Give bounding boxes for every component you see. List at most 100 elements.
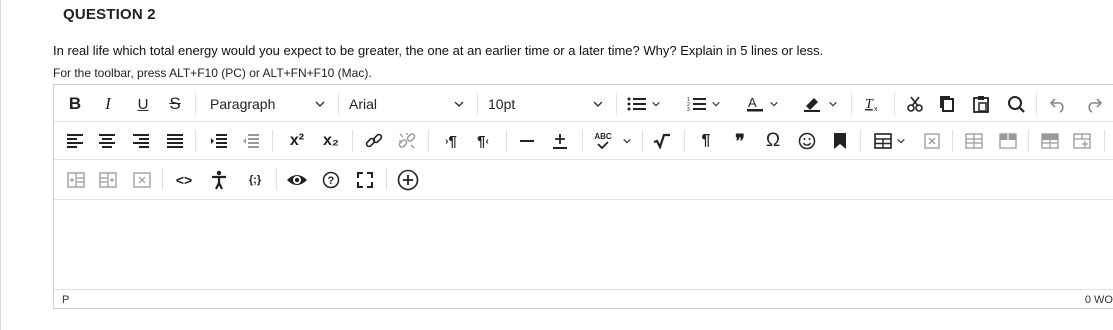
left-page-rule xyxy=(0,0,1,330)
preview-button[interactable] xyxy=(284,166,310,194)
font-family-select[interactable]: Arial xyxy=(341,90,471,118)
element-path[interactable]: P xyxy=(62,294,69,306)
ltr-direction-button[interactable]: › ¶ xyxy=(436,127,466,155)
insert-column-before-button[interactable] xyxy=(64,166,88,194)
outdent-button[interactable] xyxy=(240,127,262,155)
undo-button[interactable] xyxy=(1046,90,1070,118)
find-replace-button[interactable] xyxy=(1004,90,1028,118)
highlight-color-button[interactable] xyxy=(794,90,846,118)
clear-formatting-icon: Tx xyxy=(863,95,881,113)
toolbar-separator xyxy=(582,130,583,152)
highlighter-icon xyxy=(802,95,822,113)
table-cell-props-button[interactable] xyxy=(996,127,1020,155)
blockquote-button[interactable]: ❞ xyxy=(728,127,752,155)
mathml-button[interactable]: {;} xyxy=(240,166,270,194)
table-row-icon xyxy=(965,133,983,149)
chevron-down-icon xyxy=(828,99,838,109)
svg-text:x: x xyxy=(874,106,878,113)
toolbar-separator xyxy=(195,130,196,152)
clear-formatting-button[interactable]: Tx xyxy=(860,90,884,118)
redo-button[interactable] xyxy=(1082,90,1106,118)
question-mark-icon: ? xyxy=(322,171,340,189)
source-code-button[interactable]: <> xyxy=(170,166,198,194)
align-justify-icon xyxy=(166,133,184,149)
toolbar-separator xyxy=(195,93,196,115)
toolbar-hint: For the toolbar, press ALT+F10 (PC) or A… xyxy=(53,66,372,80)
insert-row-before-button[interactable] xyxy=(1038,127,1062,155)
insert-anchor-button[interactable] xyxy=(548,127,572,155)
align-left-button[interactable] xyxy=(64,127,86,155)
align-center-button[interactable] xyxy=(96,127,118,155)
bookmark-icon xyxy=(833,132,847,150)
toolbar-separator xyxy=(162,168,163,190)
help-button[interactable]: ? xyxy=(318,166,344,194)
font-size-select[interactable]: 10pt xyxy=(480,90,610,118)
cut-button[interactable] xyxy=(904,90,926,118)
insert-row-after-button[interactable] xyxy=(1070,127,1094,155)
toolbar-separator xyxy=(642,130,643,152)
numbered-list-icon: 123 xyxy=(687,96,707,112)
numbered-list-button[interactable]: 123 xyxy=(682,90,726,118)
fullscreen-button[interactable] xyxy=(352,166,378,194)
table-button[interactable] xyxy=(870,127,910,155)
unlink-button[interactable] xyxy=(394,127,420,155)
align-right-button[interactable] xyxy=(130,127,152,155)
superscript-button[interactable]: x² xyxy=(282,127,312,155)
svg-text:T: T xyxy=(865,97,874,112)
word-count: 0 WO xyxy=(1084,294,1113,306)
delete-column-button[interactable] xyxy=(130,166,154,194)
table-icon xyxy=(874,133,892,149)
plus-minus-icon xyxy=(551,132,569,150)
toolbar-separator xyxy=(386,168,387,190)
format-block-select[interactable]: Paragraph xyxy=(202,90,332,118)
eye-icon xyxy=(286,172,308,188)
toolbar-separator xyxy=(272,130,273,152)
bullet-list-button[interactable] xyxy=(624,90,664,118)
text-color-button[interactable]: A xyxy=(738,90,786,118)
chevron-down-icon xyxy=(769,99,779,109)
bookmark-button[interactable] xyxy=(828,127,852,155)
justify-button[interactable] xyxy=(164,127,186,155)
editor-content-area[interactable] xyxy=(54,200,1113,289)
redo-icon xyxy=(1085,95,1103,113)
underline-button[interactable]: U xyxy=(134,90,152,118)
insert-column-after-button[interactable] xyxy=(96,166,120,194)
spellcheck-button[interactable]: ABC xyxy=(590,127,636,155)
rtl-direction-button[interactable]: ¶ ‹ xyxy=(468,127,498,155)
accessibility-checker-button[interactable] xyxy=(206,166,232,194)
italic-button[interactable]: I xyxy=(99,90,117,118)
unlink-icon xyxy=(397,131,417,151)
chevron-down-icon xyxy=(453,97,465,113)
delete-table-icon xyxy=(924,133,940,149)
indent-icon xyxy=(210,133,228,149)
font-size-value: 10pt xyxy=(488,96,516,112)
special-character-button[interactable]: Ω xyxy=(760,127,786,155)
toolbar-separator xyxy=(352,130,353,152)
toolbar-separator xyxy=(506,130,507,152)
font-family-value: Arial xyxy=(349,96,378,112)
add-content-button[interactable] xyxy=(394,166,422,194)
paste-button[interactable] xyxy=(970,90,992,118)
row-after-icon xyxy=(1073,133,1091,149)
toolbar-row-2: x² x₂ › ¶ ¶ ‹ ABC ¶ ❞ Ω xyxy=(54,122,1113,160)
strikethrough-button[interactable]: S xyxy=(166,90,184,118)
emoticons-button[interactable] xyxy=(794,127,820,155)
rich-text-editor: B I U S Paragraph Arial 10pt 123 A T x x… xyxy=(53,84,1113,309)
column-before-icon xyxy=(67,172,85,188)
subscript-button[interactable]: x₂ xyxy=(316,127,346,155)
math-equation-button[interactable] xyxy=(650,127,674,155)
horizontal-line-button[interactable] xyxy=(516,127,538,155)
bold-button[interactable]: B xyxy=(66,90,84,118)
spellcheck-label: ABC xyxy=(594,132,612,141)
rtl-arrow-icon: ‹ xyxy=(485,135,489,147)
delete-table-button[interactable] xyxy=(920,127,944,155)
indent-button[interactable] xyxy=(208,127,230,155)
copy-icon xyxy=(938,95,956,113)
table-row-props-button[interactable] xyxy=(962,127,986,155)
copy-button[interactable] xyxy=(936,90,958,118)
paragraph-marks-button[interactable]: ¶ xyxy=(694,127,718,155)
insert-link-button[interactable] xyxy=(362,127,386,155)
fullscreen-icon xyxy=(357,172,373,188)
toolbar-row-1: B I U S Paragraph Arial 10pt 123 A T x xyxy=(54,85,1113,122)
toolbar-separator xyxy=(952,130,953,152)
